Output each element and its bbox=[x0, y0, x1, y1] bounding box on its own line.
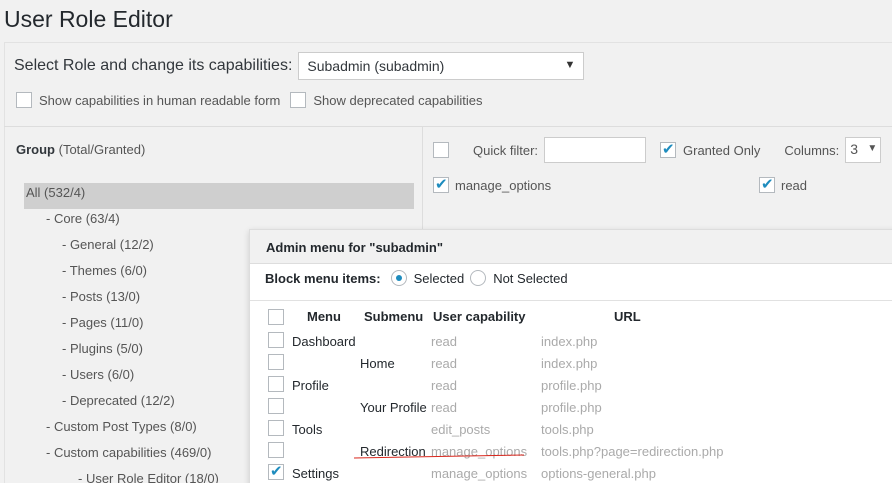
menu-name: Dashboard bbox=[292, 334, 356, 349]
role-select-label: Select Role and change its capabilities: bbox=[14, 57, 293, 74]
menu-table: Menu Submenu User capability URL Dashboa… bbox=[250, 300, 892, 483]
menu-name: Tools bbox=[292, 422, 323, 437]
human-readable-checkbox[interactable] bbox=[16, 92, 32, 108]
menu-name: Settings bbox=[292, 466, 339, 481]
capability-item[interactable]: read bbox=[759, 175, 808, 193]
menu-capability: read bbox=[431, 400, 458, 415]
not-selected-radio-label[interactable]: Not Selected bbox=[493, 271, 567, 286]
menu-url: profile.php bbox=[541, 400, 602, 415]
col-menu: Menu bbox=[307, 309, 341, 324]
menu-row: Home read index.php bbox=[250, 353, 892, 375]
submenu-name: Home bbox=[360, 356, 395, 371]
menu-url: tools.php?page=redirection.php bbox=[541, 444, 724, 459]
page-title: User Role Editor bbox=[4, 6, 173, 32]
not-selected-radio[interactable] bbox=[470, 270, 487, 286]
capability-item[interactable]: manage_options bbox=[433, 175, 552, 193]
menu-capability: read bbox=[431, 356, 458, 371]
menu-url: options-general.php bbox=[541, 466, 656, 481]
admin-menu-dialog: Admin menu for "subadmin" Block menu ite… bbox=[249, 229, 892, 483]
menu-name: Profile bbox=[292, 378, 329, 393]
group-header-subtitle: (Total/Granted) bbox=[58, 142, 146, 157]
group-header: Group (Total/Granted) bbox=[16, 142, 145, 157]
block-menu-options: Block menu items: Selected Not Selected bbox=[265, 270, 574, 286]
group-item[interactable]: All (532/4) bbox=[24, 183, 414, 209]
deprecated-checkbox[interactable] bbox=[290, 92, 307, 108]
menu-url: index.php bbox=[541, 334, 598, 349]
menu-url: index.php bbox=[541, 356, 598, 371]
capability-name: read bbox=[781, 177, 808, 193]
role-select[interactable]: Subadmin (subadmin) ▼ bbox=[298, 52, 585, 80]
menu-row: Settings manage_options options-general.ph… bbox=[250, 462, 892, 483]
col-submenu: Submenu bbox=[364, 309, 424, 324]
caret-down-icon: ▼ bbox=[564, 59, 576, 71]
submenu-name: Your Profile bbox=[360, 400, 427, 415]
selected-radio-label[interactable]: Selected bbox=[414, 271, 465, 286]
menu-row: Redirection manage_options tools.php?page=… bbox=[250, 441, 892, 463]
granted-only-checkbox[interactable] bbox=[660, 140, 677, 158]
capability-checkbox[interactable] bbox=[433, 175, 449, 193]
block-menu-checkbox[interactable] bbox=[268, 442, 284, 458]
menu-row: Tools edit_posts tools.php bbox=[250, 419, 892, 441]
capability-checkbox[interactable] bbox=[759, 175, 775, 193]
role-select-value: Subadmin (subadmin) bbox=[307, 58, 445, 74]
menu-url: tools.php bbox=[541, 422, 594, 437]
display-options: Show capabilities in human readable form… bbox=[16, 92, 492, 108]
deprecated-label[interactable]: Show deprecated capabilities bbox=[313, 93, 482, 108]
columns-select-value: 3 bbox=[850, 141, 859, 157]
block-menu-checkbox[interactable] bbox=[268, 420, 284, 436]
menu-row: Profile read profile.php bbox=[250, 375, 892, 397]
menu-url: profile.php bbox=[541, 378, 602, 393]
capability-name: manage_options bbox=[455, 177, 552, 193]
columns-select[interactable]: 3 ▼ bbox=[845, 137, 882, 163]
menu-table-header: Menu Submenu User capability URL bbox=[250, 301, 892, 331]
caret-down-icon: ▼ bbox=[867, 143, 878, 154]
menu-row: Dashboard read index.php bbox=[250, 331, 892, 353]
selected-radio[interactable] bbox=[390, 270, 407, 286]
menu-capability: edit_posts bbox=[431, 422, 491, 437]
quick-filter-input[interactable] bbox=[544, 137, 647, 163]
columns-label: Columns: bbox=[784, 142, 840, 158]
block-menu-label: Block menu items: bbox=[265, 270, 381, 286]
menu-capability: manage_options bbox=[431, 466, 528, 481]
menu-capability: read bbox=[431, 378, 458, 393]
menu-row: Your Profile read profile.php bbox=[250, 397, 892, 419]
block-menu-checkbox[interactable] bbox=[268, 462, 284, 480]
menu-capability: read bbox=[431, 334, 458, 349]
filter-bar: Quick filter: Granted Only Columns: 3 ▼ bbox=[433, 137, 892, 163]
group-header-title: Group bbox=[16, 142, 55, 157]
granted-only-label[interactable]: Granted Only bbox=[683, 143, 760, 158]
human-readable-label[interactable]: Show capabilities in human readable form bbox=[39, 93, 280, 108]
block-menu-checkbox[interactable] bbox=[268, 332, 284, 348]
quick-filter-label: Quick filter: bbox=[473, 142, 539, 158]
block-menu-checkbox[interactable] bbox=[268, 398, 284, 414]
dialog-title: Admin menu for "subadmin" bbox=[250, 230, 892, 264]
block-menu-checkbox[interactable] bbox=[268, 376, 284, 392]
select-all-checkbox[interactable] bbox=[433, 142, 449, 158]
block-menu-checkbox[interactable] bbox=[268, 354, 284, 370]
select-all-menu-checkbox[interactable] bbox=[268, 309, 284, 325]
col-url: URL bbox=[614, 309, 641, 324]
col-capability: User capability bbox=[433, 309, 526, 324]
role-select-row: Select Role and change its capabilities:… bbox=[14, 52, 585, 80]
